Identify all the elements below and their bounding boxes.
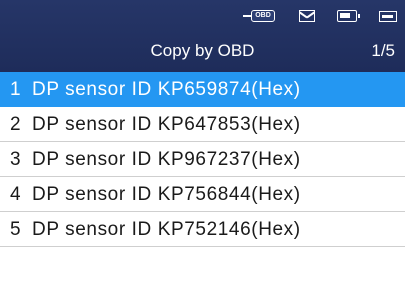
list-item[interactable]: 2 DP sensor ID KP647853(Hex) [0,107,405,142]
display-icon [379,10,397,22]
page-indicator: 1/5 [371,41,395,60]
list-item-number: 5 [10,219,22,240]
list-item-label: DP sensor ID KP647853(Hex) [32,114,301,135]
mail-icon [299,10,315,22]
list-item-number: 2 [10,114,22,135]
list-item[interactable]: 1 DP sensor ID KP659874(Hex) [0,72,405,107]
list-item-number: 4 [10,184,22,205]
list-item-label: DP sensor ID KP756844(Hex) [32,184,301,205]
header-bar: OBD Copy by OBD 1/5 [0,0,405,72]
obd-icon-label: OBD [251,10,275,22]
battery-icon [337,10,360,22]
list-item[interactable]: 4 DP sensor ID KP756844(Hex) [0,177,405,212]
list-item-label: DP sensor ID KP967237(Hex) [32,149,301,170]
list-item-number: 1 [10,79,22,100]
list-item[interactable]: 3 DP sensor ID KP967237(Hex) [0,142,405,177]
screen: OBD Copy by OBD 1/5 1 DP sensor ID KP6598… [0,0,405,307]
empty-list-area [0,250,405,307]
obd-connector-icon: OBD [243,9,277,23]
page-title: Copy by OBD [150,41,255,60]
sensor-id-list: 1 DP sensor ID KP659874(Hex) 2 DP sensor I… [0,72,405,247]
list-item-label: DP sensor ID KP752146(Hex) [32,219,301,240]
status-bar: OBD [243,6,397,26]
list-item-number: 3 [10,149,22,170]
list-item[interactable]: 5 DP sensor ID KP752146(Hex) [0,212,405,247]
list-item-label: DP sensor ID KP659874(Hex) [32,79,301,100]
